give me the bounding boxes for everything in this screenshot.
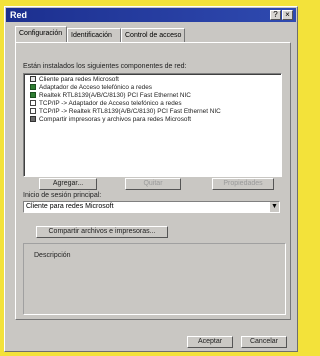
components-label: Están instalados los siguientes componen…	[23, 63, 187, 70]
properties-button[interactable]: Propiedades	[212, 178, 274, 190]
remove-button[interactable]: Quitar	[125, 178, 181, 190]
description-label: Descripción	[34, 252, 71, 259]
client-icon	[30, 76, 36, 82]
adapter-icon	[30, 84, 36, 90]
network-dialog: Red ? × Configuración Identificación Con…	[4, 6, 298, 352]
help-button[interactable]: ?	[270, 10, 281, 20]
primary-logon-label: Inicio de sesión principal:	[23, 192, 102, 199]
title-bar: Red ? ×	[6, 8, 296, 22]
list-item-label: TCP/IP -> Realtek RTL8139(A/B/C/8130) PC…	[39, 108, 221, 115]
list-item[interactable]: Adaptador de Acceso telefónico a redes	[30, 84, 152, 92]
cancel-button[interactable]: Cancelar	[241, 336, 287, 348]
adapter-icon	[30, 92, 36, 98]
tab-identification[interactable]: Identificación	[67, 28, 121, 42]
ok-button[interactable]: Aceptar	[187, 336, 233, 348]
close-button[interactable]: ×	[282, 10, 293, 20]
list-item-label: Adaptador de Acceso telefónico a redes	[39, 84, 152, 91]
list-item-label: Compartir impresoras y archivos para red…	[39, 116, 192, 123]
list-item[interactable]: Realtek RTL8139(A/B/C/8130) PCI Fast Eth…	[30, 92, 191, 100]
protocol-icon	[30, 100, 36, 106]
window-title: Red	[10, 10, 28, 20]
tab-configuration[interactable]: Configuración	[15, 26, 67, 42]
components-list[interactable]: Cliente para redes Microsoft Adaptador d…	[23, 73, 282, 177]
list-item[interactable]: Cliente para redes Microsoft	[30, 76, 119, 84]
list-item-label: Realtek RTL8139(A/B/C/8130) PCI Fast Eth…	[39, 92, 191, 99]
protocol-icon	[30, 108, 36, 114]
list-item[interactable]: Compartir impresoras y archivos para red…	[30, 116, 191, 124]
chevron-down-icon[interactable]: ▼	[269, 202, 279, 212]
file-print-sharing-button[interactable]: Compartir archivos e impresoras...	[36, 226, 168, 238]
list-item[interactable]: TCP/IP -> Adaptador de Acceso telefónico…	[30, 100, 182, 108]
description-box: Descripción	[23, 243, 286, 315]
primary-logon-value: Cliente para redes Microsoft	[26, 203, 114, 210]
service-icon	[30, 116, 36, 122]
list-item-label: Cliente para redes Microsoft	[39, 76, 119, 83]
tab-access-control[interactable]: Control de acceso	[121, 28, 185, 42]
list-item[interactable]: TCP/IP -> Realtek RTL8139(A/B/C/8130) PC…	[30, 108, 221, 116]
add-button[interactable]: Agregar...	[39, 178, 97, 190]
configuration-panel: Están instalados los siguientes componen…	[15, 42, 291, 320]
list-item-label: TCP/IP -> Adaptador de Acceso telefónico…	[39, 100, 182, 107]
primary-logon-select[interactable]: Cliente para redes Microsoft ▼	[23, 201, 280, 213]
